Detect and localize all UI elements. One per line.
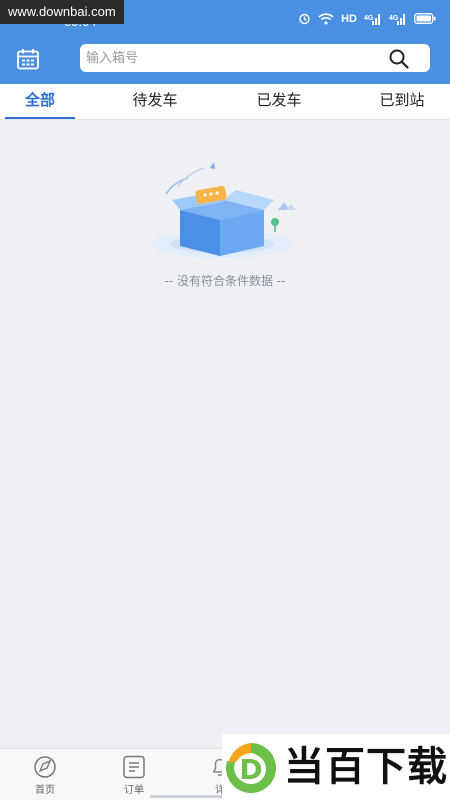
search-input[interactable] [80, 44, 390, 72]
nav-orders[interactable]: 订单 [104, 755, 164, 796]
status-bar: 09:04 HD 4G 4G www.downbai.com [0, 0, 450, 40]
active-tab-indicator [5, 117, 75, 119]
tab-departed[interactable]: 已发车 [244, 84, 314, 120]
alarm-icon [299, 13, 310, 25]
nav-home[interactable]: 首页 [15, 755, 75, 796]
empty-box-illustration [152, 162, 296, 258]
signal-icon-2: 4G [389, 13, 405, 25]
search-box [80, 44, 430, 72]
tab-pending-departure[interactable]: 待发车 [120, 84, 190, 120]
watermark-url: www.downbai.com [0, 0, 124, 24]
search-button[interactable] [388, 48, 410, 70]
header-bar: 09:04 HD 4G 4G www.downbai.com [0, 0, 450, 84]
tab-all[interactable]: 全部 [5, 84, 75, 120]
calendar-button[interactable] [14, 46, 42, 72]
wifi-icon [318, 12, 334, 24]
search-icon [389, 49, 409, 69]
brand-watermark-text: 当百下载 [284, 744, 448, 790]
svg-text:D: D [239, 753, 262, 786]
nav-home-label: 首页 [35, 785, 55, 796]
brand-watermark: D 当百下载 [222, 734, 450, 800]
svg-text:4G: 4G [364, 15, 374, 22]
calendar-icon [17, 49, 39, 70]
tab-arrived[interactable]: 已到站 [367, 84, 437, 120]
compass-icon [34, 756, 56, 778]
status-icons: HD 4G 4G [298, 12, 436, 25]
svg-text:4G: 4G [389, 15, 399, 22]
signal-icon: 4G [364, 13, 380, 25]
empty-state-message: -- 没有符合条件数据 -- [164, 274, 286, 288]
status-tabs: 全部 待发车 已发车 已到站 [0, 84, 450, 120]
nav-orders-label: 订单 [124, 785, 144, 796]
battery-icon [414, 13, 436, 24]
brand-logo-icon: D [226, 743, 276, 793]
network-label: HD [341, 12, 357, 25]
list-icon [123, 755, 145, 779]
